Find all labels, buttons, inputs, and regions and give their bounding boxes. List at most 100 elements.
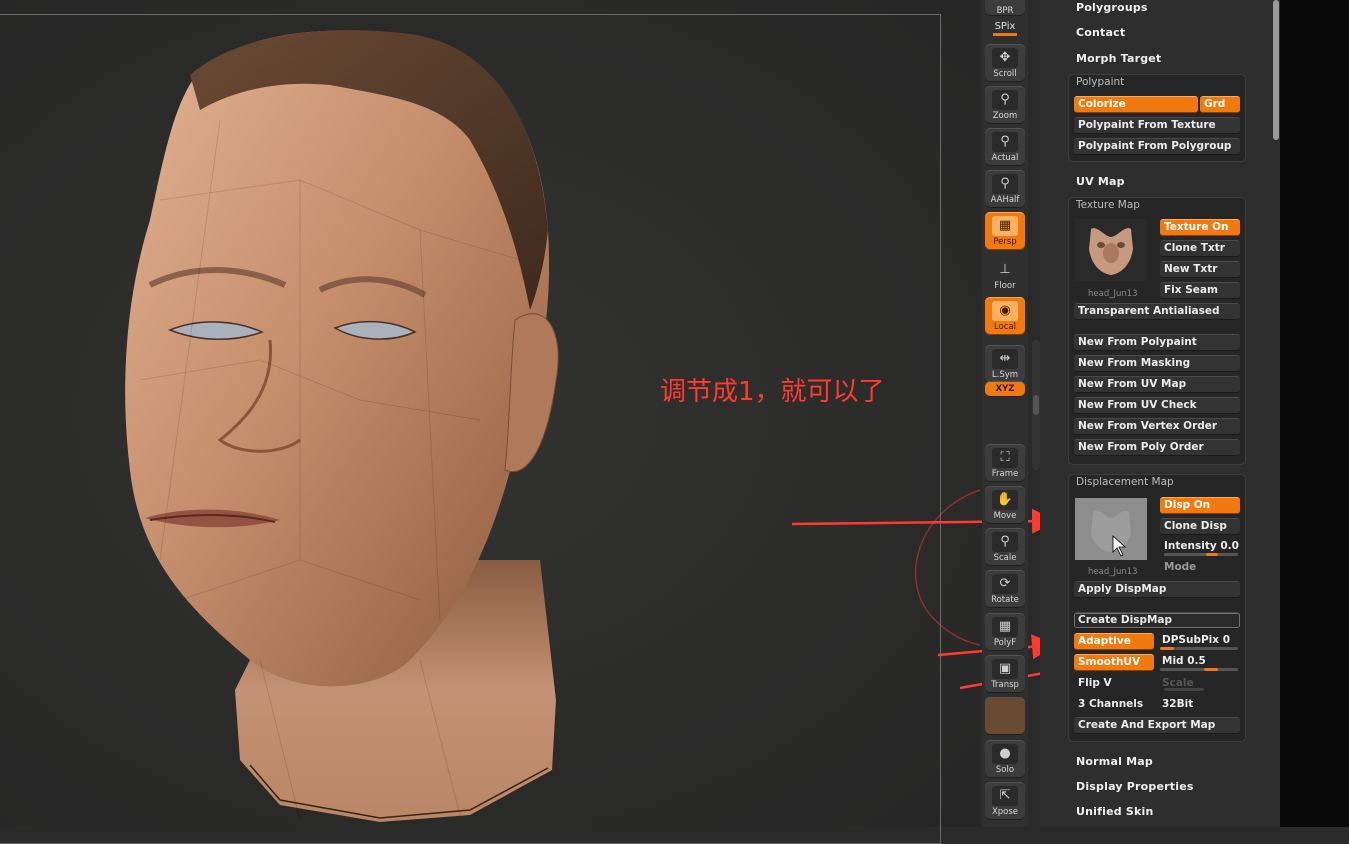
shelf-scrollbar[interactable] [1032,340,1040,470]
new-from-uv-map-button[interactable]: New From UV Map [1074,376,1240,393]
shelf-local-button[interactable]: ◉ Local [985,297,1025,335]
shelf-floor-button[interactable]: ⊥ Floor [985,256,1025,294]
32bit-button[interactable]: 32Bit [1158,696,1242,713]
shelf-scale-button[interactable]: ⚲ Scale [985,528,1025,566]
shelf-aahalf-button[interactable]: ⚲ AAHalf [985,170,1025,208]
mode-button[interactable]: Mode [1160,559,1240,576]
new-from-poly-order-button[interactable]: New From Poly Order [1074,439,1240,456]
texture-thumbnail[interactable] [1075,219,1147,281]
morph-target-header[interactable]: Morph Target [1076,52,1161,65]
displacement-map-title[interactable]: Displacement Map [1076,476,1174,488]
display-properties-header[interactable]: Display Properties [1076,780,1194,793]
floor-icon: ⊥ [999,262,1011,277]
shelf-move-button[interactable]: ✋ Move [985,486,1025,524]
polypaint-from-polygroup-button[interactable]: Polypaint From Polygroup [1074,138,1240,155]
texture-on-button[interactable]: Texture On [1160,219,1240,236]
texture-preview-image [1075,219,1147,281]
panel-scrollbar[interactable] [1273,0,1279,140]
mid-value: 0.5 [1187,655,1206,667]
clone-disp-button[interactable]: Clone Disp [1160,518,1240,535]
shelf-scroll-button[interactable]: ✥ Scroll [985,44,1025,82]
smoothuv-button[interactable]: SmoothUV [1074,654,1154,671]
create-and-export-map-button[interactable]: Create And Export Map [1074,717,1240,734]
mid-fill [1204,668,1218,671]
shelf-frame-label: Frame [991,469,1019,479]
shelf-zoom-button[interactable]: ⚲ Zoom [985,86,1025,124]
transparent-antialiased-button[interactable]: Transparent Antialiased [1074,303,1240,320]
intensity-value: 0.0 [1220,540,1239,552]
mid-label: Mid [1162,655,1184,667]
clone-txtr-button[interactable]: Clone Txtr [1160,240,1240,257]
scale-icon: ⚲ [992,532,1018,552]
aahalf-icon: ⚲ [992,174,1018,194]
scroll-icon: ✥ [992,48,1018,68]
shelf-lsym-label: L.Sym [991,370,1019,380]
head-model[interactable] [0,0,980,827]
shelf-actual-button[interactable]: ⚲ Actual [985,128,1025,166]
contact-header[interactable]: Contact [1076,26,1125,39]
apply-dispmap-button[interactable]: Apply DispMap [1074,581,1240,598]
texture-thumb-caption: head_Jun13 [1088,289,1138,299]
shelf-color-swatch[interactable] [985,697,1025,735]
disp-on-button[interactable]: Disp On [1160,497,1240,514]
intensity-fill [1206,553,1218,556]
local-icon: ◉ [992,301,1018,321]
normal-map-header[interactable]: Normal Map [1076,755,1153,768]
new-from-polypaint-button[interactable]: New From Polypaint [1074,334,1240,351]
shelf-transp-button[interactable]: ▣ Transp [985,655,1025,693]
grd-button[interactable]: Grd [1200,96,1240,113]
polypaint-from-texture-button[interactable]: Polypaint From Texture [1074,117,1240,134]
shelf-xpose-label: Xpose [991,807,1019,817]
new-txtr-button[interactable]: New Txtr [1160,261,1240,278]
spix-slider[interactable]: SPix [988,21,1022,36]
uv-map-header[interactable]: UV Map [1076,175,1125,188]
intensity-label: Intensity [1164,540,1217,552]
fix-seam-button[interactable]: Fix Seam [1160,282,1240,299]
shelf-persp-label: Persp [993,237,1017,247]
create-dispmap-button[interactable]: Create DispMap [1074,612,1240,629]
shelf-rotate-button[interactable]: ⟳ Rotate [985,570,1025,608]
shelf-xpose-button[interactable]: ⇱ Xpose [985,782,1025,820]
mid-track [1160,668,1238,671]
shelf-zoom-label: Zoom [992,111,1018,121]
spix-fill [993,33,1017,36]
adaptive-button[interactable]: Adaptive [1074,633,1154,650]
dpsubpix-value: 0 [1222,634,1231,646]
viewport-canvas[interactable]: 调节成1，就可以了 [0,0,980,844]
annotation-text: 调节成1，就可以了 [660,377,885,407]
shelf-floor-label: Floor [994,281,1016,291]
new-from-vertex-order-button[interactable]: New From Vertex Order [1074,418,1240,435]
texture-map-title[interactable]: Texture Map [1076,199,1140,211]
shelf-persp-button[interactable]: ▦ Persp [985,212,1025,250]
displacement-thumb-caption: head_Jun13 [1088,567,1138,577]
window-edge [1280,0,1349,827]
displacement-thumbnail[interactable] [1075,498,1147,560]
flip-v-button[interactable]: Flip V [1074,675,1154,692]
three-channels-button[interactable]: 3 Channels [1074,696,1154,713]
persp-icon: ▦ [992,216,1018,236]
shelf-polyf-label: PolyF [993,638,1017,648]
polyf-icon: ▦ [992,617,1018,637]
shelf-solo-label: Solo [995,765,1015,775]
polypaint-title[interactable]: Polypaint [1076,76,1124,88]
solo-icon: ● [992,744,1018,764]
shelf-lsym-button[interactable]: ⇹ L.Sym [985,345,1025,383]
shelf-aahalf-label: AAHalf [990,195,1020,205]
polygroups-header[interactable]: Polygroups [1076,1,1148,14]
dpsubpix-fill [1160,647,1174,650]
texture-map-section: Texture Map head_Jun13 Texture On Clone … [1068,197,1246,465]
shelf-local-label: Local [993,322,1017,332]
unified-skin-header[interactable]: Unified Skin [1076,805,1154,818]
bpr-button[interactable]: BPR [985,0,1025,16]
colorize-button[interactable]: Colorize [1074,96,1198,113]
transp-icon: ▣ [992,659,1018,679]
new-from-masking-button[interactable]: New From Masking [1074,355,1240,372]
shelf-xyz-button[interactable]: XYZ [985,381,1025,397]
shelf-frame-button[interactable]: ⛶ Frame [985,444,1025,482]
shelf-polyf-button[interactable]: ▦ PolyF [985,613,1025,651]
dpsubpix-label: DPSubPix [1162,634,1220,646]
shelf-rotate-label: Rotate [991,595,1019,605]
frame-icon: ⛶ [992,448,1018,468]
shelf-solo-button[interactable]: ● Solo [985,740,1025,778]
new-from-uv-check-button[interactable]: New From UV Check [1074,397,1240,414]
